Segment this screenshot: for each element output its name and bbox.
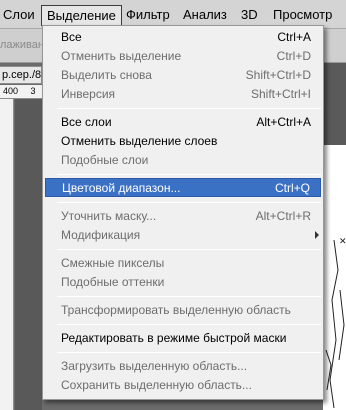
menu-item-similar-layers[interactable]: Подобные слои — [45, 151, 321, 170]
menu-item-transform-selection[interactable]: Трансформировать выделенную область — [45, 301, 321, 320]
menu-item-label: Подобные оттенки — [61, 275, 165, 289]
select-dropdown-menu: Все Ctrl+A Отменить выделение Ctrl+D Выд… — [42, 25, 324, 400]
document-tab[interactable]: р.сер./8 — [0, 66, 42, 84]
menu-item-label: Инверсия — [61, 87, 116, 101]
menu-item-label: Выделить снова — [61, 68, 152, 82]
menu-view[interactable]: Просмотр — [268, 5, 337, 26]
menu-separator — [57, 324, 321, 325]
menu-item-label: Уточнить маску... — [61, 209, 157, 223]
submenu-arrow-icon — [315, 231, 319, 239]
menu-filter[interactable]: Фильтр — [121, 5, 175, 26]
canvas-background — [15, 99, 42, 410]
menu-item-label: Модификация — [61, 228, 141, 242]
menu-item-similar[interactable]: Подобные оттенки — [45, 273, 321, 292]
close-icon: ✕ — [339, 236, 346, 246]
menu-item-reselect[interactable]: Выделить снова Shift+Ctrl+D — [45, 66, 321, 85]
menu-item-shortcut: Ctrl+D — [276, 49, 311, 63]
menu-item-deselect[interactable]: Отменить выделение Ctrl+D — [45, 47, 321, 66]
menu-item-shortcut: Alt+Ctrl+R — [255, 209, 311, 223]
menu-item-shortcut: Shift+Ctrl+I — [250, 87, 311, 101]
menu-item-save-selection[interactable]: Сохранить выделенную область... — [45, 376, 321, 395]
menu-item-modify[interactable]: Модификация — [45, 226, 321, 245]
ruler-label-2: 3 — [30, 86, 36, 96]
menu-layers[interactable]: Слои — [0, 5, 40, 26]
menu-item-deselect-layers[interactable]: Отменить выделение слоев — [45, 132, 321, 151]
menu-item-label: Все слои — [61, 115, 112, 129]
menu-separator — [57, 108, 321, 109]
menu-separator — [57, 174, 321, 175]
menu-item-all-layers[interactable]: Все слои Alt+Ctrl+A — [45, 113, 321, 132]
menu-item-inverse[interactable]: Инверсия Shift+Ctrl+I — [45, 85, 321, 104]
menu-separator — [57, 249, 321, 250]
menu-item-shortcut: Ctrl+A — [277, 30, 311, 44]
menu-item-label: Редактировать в режиме быстрой маски — [61, 331, 287, 345]
menu-item-label: Отменить выделение — [61, 49, 182, 63]
sketch-lines-image — [325, 239, 345, 409]
menu-item-label: Подобные слои — [61, 153, 149, 167]
menu-item-quick-mask[interactable]: Редактировать в режиме быстрой маски — [45, 329, 321, 348]
menu-item-label: Смежные пикселы — [61, 256, 165, 270]
menu-separator — [57, 202, 321, 203]
menu-item-color-range[interactable]: Цветовой диапазон... Ctrl+Q — [45, 178, 321, 197]
menu-separator — [57, 296, 321, 297]
horizontal-ruler: 400 3 — [0, 85, 42, 99]
menu-item-shortcut: Shift+Ctrl+D — [245, 68, 311, 82]
menu-separator — [57, 352, 321, 353]
menu-item-shortcut: Alt+Ctrl+A — [256, 115, 311, 129]
menu-item-grow[interactable]: Смежные пикселы — [45, 254, 321, 273]
menu-select[interactable]: Выделение — [41, 5, 122, 26]
ruler-label: 400 — [3, 86, 19, 96]
menu-3d[interactable]: 3D — [236, 5, 263, 26]
menu-item-label: Отменить выделение слоев — [61, 134, 218, 148]
menu-item-load-selection[interactable]: Загрузить выделенную область... — [45, 357, 321, 376]
menu-item-label: Загрузить выделенную область... — [61, 359, 248, 373]
menu-item-all[interactable]: Все Ctrl+A — [45, 28, 321, 47]
menu-item-label: Цветовой диапазон... — [62, 181, 181, 195]
menu-item-shortcut: Ctrl+Q — [274, 181, 310, 195]
menu-item-label: Все — [61, 30, 82, 44]
menu-item-refine-mask[interactable]: Уточнить маску... Alt+Ctrl+R — [45, 207, 321, 226]
menu-item-label: Сохранить выделенную область... — [61, 378, 252, 392]
vertical-ruler — [0, 99, 14, 410]
menu-analysis[interactable]: Анализ — [178, 5, 232, 26]
menu-item-label: Трансформировать выделенную область — [61, 303, 291, 317]
